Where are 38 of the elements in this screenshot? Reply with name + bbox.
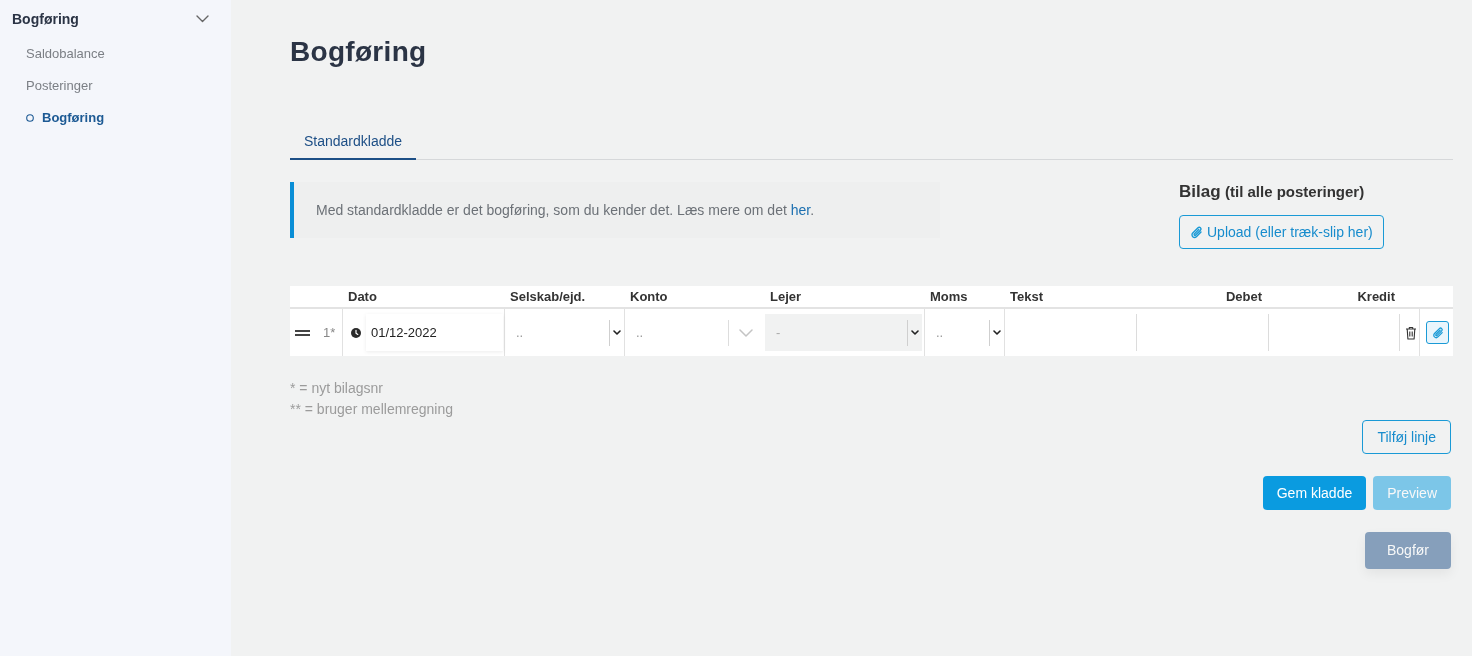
column-header: Tekst — [1009, 287, 1044, 306]
vat-select[interactable]: .. — [925, 314, 1004, 351]
row-number: 1* — [322, 323, 336, 342]
save-draft-button[interactable]: Gem kladde — [1262, 476, 1367, 510]
column-header: Dato — [347, 287, 378, 306]
column-header: Konto — [629, 287, 669, 306]
clock-icon — [351, 327, 361, 338]
footnote: ** = bruger mellemregning — [290, 400, 455, 419]
caret-icon — [993, 330, 1001, 335]
footnote: * = nyt bilagsnr — [290, 379, 384, 398]
page-title: Bogføring — [290, 35, 428, 69]
column-header: Selskab/ejd. — [509, 287, 587, 306]
company-select[interactable]: .. — [505, 314, 624, 351]
sidebar-item[interactable]: Posteringer — [0, 70, 231, 102]
column-header: Kredit — [1356, 287, 1396, 306]
column-header: Lejer — [769, 287, 803, 306]
column-header: Moms — [929, 287, 969, 306]
chevron-icon — [739, 328, 753, 337]
trash-icon — [1405, 325, 1417, 340]
column-header: Debet — [1224, 287, 1263, 306]
tab[interactable]: Standardkladde — [290, 124, 417, 160]
attachments-title: Bilag — [1179, 182, 1221, 201]
caret-icon — [911, 330, 919, 335]
upload-button[interactable]: Upload (eller træk-slip her) — [1179, 215, 1384, 249]
sidebar-section-title[interactable]: Bogføring — [12, 8, 79, 30]
circle-icon — [26, 114, 34, 122]
paperclip-icon — [1190, 224, 1203, 240]
caret-icon — [613, 330, 621, 335]
info-text: Med standardkladde er det bogføring, som du kender det. Læs mere om det her. — [316, 200, 815, 220]
read-more-link[interactable]: her — [790, 201, 811, 218]
sidebar-item[interactable]: Saldobalance — [0, 38, 231, 70]
paperclip-icon — [1431, 325, 1444, 340]
attach-button[interactable] — [1426, 321, 1449, 344]
attachments-subtitle: (til alle posteringer) — [1225, 183, 1365, 200]
sidebar-item[interactable]: Bogføring — [0, 102, 231, 134]
add-line-button[interactable]: Tilføj linje — [1362, 420, 1451, 454]
date-field[interactable]: 01/12-2022 — [366, 314, 503, 351]
drag-handle-icon — [295, 329, 310, 336]
